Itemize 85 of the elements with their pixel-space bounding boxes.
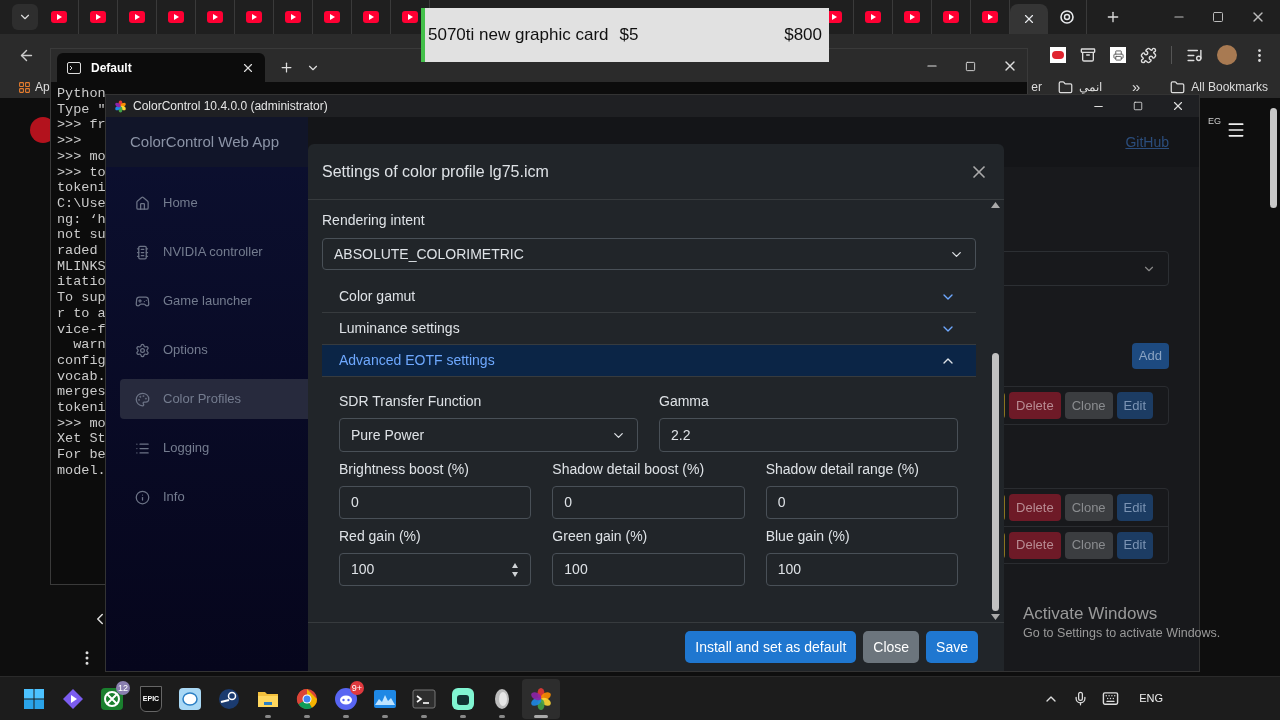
input-field[interactable]: 0	[552, 486, 745, 519]
goal-target: $800	[784, 24, 822, 47]
add-button[interactable]: Add	[1131, 343, 1169, 369]
input-field[interactable]: 100	[552, 553, 745, 586]
more-bookmarks-button[interactable]: »	[1131, 75, 1141, 99]
terminal-line: raded	[57, 243, 98, 259]
clone-button[interactable]: Clone	[1064, 494, 1113, 521]
nav-item[interactable]: Info	[120, 477, 308, 517]
notification-badge: 12	[116, 680, 130, 695]
bookmark[interactable]: er	[1031, 78, 1042, 96]
delete-button[interactable]: Delete	[1009, 531, 1061, 559]
notification-badge: 9+	[349, 680, 364, 695]
field-label: Red gain (%)	[339, 528, 422, 545]
dialog-title: Settings of color profile lg75.icm	[322, 161, 549, 182]
terminal-line: For be	[57, 447, 106, 463]
clone-button[interactable]: Clone	[1064, 392, 1113, 419]
input-field[interactable]: 2.2	[659, 418, 958, 452]
terminal-line: vice-f	[57, 321, 106, 338]
terminal-line: >>> to	[57, 164, 106, 181]
language-code: EG	[1208, 115, 1221, 128]
dropdown-field[interactable]: Pure Power	[339, 418, 638, 452]
terminal-line: >>> fr	[57, 117, 106, 134]
terminal-line: MLINKS	[57, 258, 106, 275]
terminal-line: not su	[57, 227, 106, 244]
terminal-line: To sup	[57, 290, 106, 306]
clone-button[interactable]: Clone	[1064, 531, 1113, 559]
dialog-button[interactable]: Save	[926, 631, 978, 663]
nav-item[interactable]: Home	[120, 183, 308, 223]
accordion-header[interactable]: Advanced EOTF settings	[322, 345, 976, 377]
terminal-line: tokeni	[57, 180, 106, 196]
bookmark[interactable]: Ap	[18, 78, 50, 96]
nav-item[interactable]: Logging	[120, 428, 308, 468]
nav-item[interactable]: Options	[120, 330, 308, 370]
terminal-line: warn	[72, 337, 106, 353]
input-field[interactable]: 0	[339, 486, 532, 519]
terminal-line: vocab.	[57, 368, 106, 385]
nav-item[interactable]: Color Profiles	[120, 379, 308, 419]
terminal-line: >>> mo	[57, 415, 106, 432]
terminal-line: Xet St	[57, 431, 106, 448]
accordion-header[interactable]: Color gamut	[322, 281, 976, 313]
delete-button[interactable]: Delete	[1009, 494, 1061, 521]
goal-raised: $5	[619, 24, 639, 47]
terminal-line: >>>	[57, 133, 82, 149]
bookmark-folder[interactable]: All Bookmarks	[1170, 78, 1268, 96]
terminal-line: Type "	[57, 101, 106, 118]
terminal-line: >>> mo	[57, 148, 106, 165]
app-name: ColorControl Web App	[130, 131, 279, 152]
language-indicator[interactable]: ENG	[1139, 690, 1163, 707]
activation-title: Activate Windows	[1023, 603, 1159, 625]
edit-button[interactable]: Edit	[1116, 392, 1153, 419]
terminal-line: ng: ‘h	[57, 211, 106, 228]
field-label: Gamma	[659, 393, 710, 410]
terminal-line: tokeni	[57, 400, 106, 416]
terminal-line: merges	[57, 384, 106, 401]
field-label: Green gain (%)	[552, 528, 649, 545]
terminal-tab[interactable]: Default	[57, 53, 265, 82]
terminal-line: itatio	[57, 274, 106, 291]
taskbar-button[interactable]: 9+	[327, 678, 365, 719]
delete-button[interactable]: Delete	[1009, 392, 1061, 419]
dialog-button[interactable]: Install and set as default	[685, 631, 857, 663]
terminal-line: config	[57, 352, 106, 369]
taskbar-button[interactable]: 12	[93, 678, 131, 719]
activation-message: Go to Settings to activate Windows.	[1023, 625, 1221, 642]
window-title: ColorControl 10.4.0.0 (administrator)	[133, 98, 328, 115]
input-field[interactable]: 0	[765, 486, 958, 519]
field-label: SDR Transfer Function	[339, 393, 483, 410]
field-label: Blue gain (%)	[765, 528, 851, 545]
nav-item[interactable]: Game launcher	[120, 281, 308, 321]
field-label: Shadow detail boost (%)	[552, 461, 706, 478]
terminal-line: model.	[57, 462, 106, 479]
field-label: Rendering intent	[322, 212, 426, 229]
bookmark-folder[interactable]: انمي	[1057, 78, 1102, 96]
terminal-line: r to a	[57, 305, 106, 322]
field-label: Brightness boost (%)	[339, 461, 470, 478]
terminal-line: C:\Use	[57, 195, 106, 212]
field-label: Shadow detail range (%)	[765, 461, 920, 478]
number-field[interactable]: 100	[339, 553, 532, 586]
dropdown-field[interactable]: ABSOLUTE_COLORIMETRIC	[322, 238, 976, 270]
edit-button[interactable]: Edit	[1116, 494, 1153, 521]
input-field[interactable]: 100	[765, 553, 958, 586]
goal-title: 5070ti new graphic card	[428, 24, 609, 47]
dialog-button[interactable]: Close	[863, 631, 920, 663]
terminal-line: Python	[57, 86, 106, 102]
edit-button[interactable]: Edit	[1116, 531, 1153, 559]
nav-item[interactable]: NVIDIA controller	[120, 232, 308, 272]
